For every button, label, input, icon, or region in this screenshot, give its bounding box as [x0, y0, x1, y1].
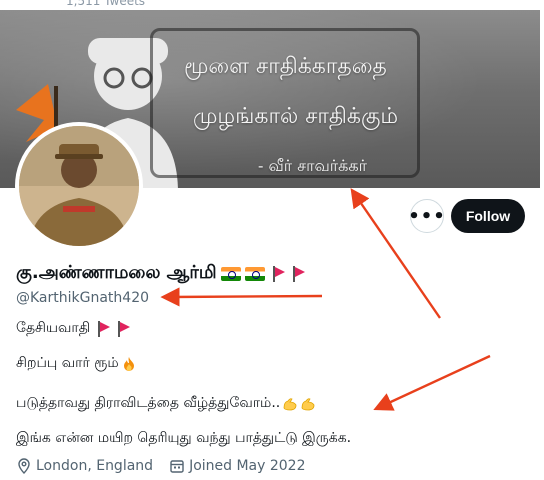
- profile-name-row: கு.அண்ணாமலை ஆர்மி: [16, 262, 305, 285]
- flexed-biceps-icon: [301, 398, 315, 411]
- bio-text: சிறப்பு வார் ரூம்: [16, 355, 119, 371]
- banner-quote-line-1: மூளை சாதிக்காததை: [184, 54, 387, 79]
- profile-location: London, England: [36, 458, 154, 474]
- avatar[interactable]: [15, 122, 143, 250]
- banner-quote-line-2: முழங்கால் சாதிக்கும்: [193, 104, 399, 129]
- bio-line-4: இங்க என்ன மயிற தெரியுது வந்து பாத்துட்டு…: [16, 430, 351, 448]
- india-flag-icon: [220, 266, 241, 281]
- india-flag-icon: [244, 266, 265, 281]
- bio-text: படுத்தாவது திராவிடத்தை வீழ்த்துவோம்..: [16, 395, 281, 411]
- bio-text: தேசியவாதி: [16, 320, 91, 336]
- banner-quote-author: - வீர் சாவர்க்கர்: [258, 156, 367, 175]
- saffron-pennant-icon: [96, 321, 111, 337]
- annotation-arrow-bio: [373, 354, 491, 411]
- tweets-count: 1,511 Tweets: [66, 0, 146, 8]
- bio-line-1: தேசியவாதி: [16, 320, 131, 338]
- profile-joined-date: Joined May 2022: [189, 458, 306, 474]
- saffron-pennant-icon: [116, 321, 131, 337]
- saffron-pennant-icon: [291, 265, 305, 282]
- more-options-button[interactable]: •••: [408, 199, 445, 233]
- location-pin-icon: [18, 458, 30, 474]
- profile-meta-row: London, England Joined May 2022: [16, 458, 306, 474]
- flexed-biceps-icon: [283, 398, 297, 411]
- avatar-image: [19, 126, 139, 246]
- bio-text: இங்க என்ன மயிற தெரியுது வந்து பாத்துட்டு…: [16, 430, 352, 446]
- fire-icon: [123, 357, 134, 371]
- saffron-pennant-icon: [271, 265, 285, 282]
- header-strip: 1,511 Tweets: [0, 0, 544, 10]
- annotation-arrow-handle: [160, 287, 323, 307]
- bio-line-2: சிறப்பு வார் ரூம்: [16, 355, 137, 373]
- bio-line-3: படுத்தாவது திராவிடத்தை வீழ்த்துவோம்..: [16, 395, 316, 413]
- follow-button[interactable]: Follow: [451, 199, 525, 233]
- profile-handle: @KarthikGnath420: [16, 290, 150, 306]
- calendar-icon: [170, 460, 184, 473]
- display-name: கு.அண்ணாமலை ஆர்மி: [16, 262, 217, 283]
